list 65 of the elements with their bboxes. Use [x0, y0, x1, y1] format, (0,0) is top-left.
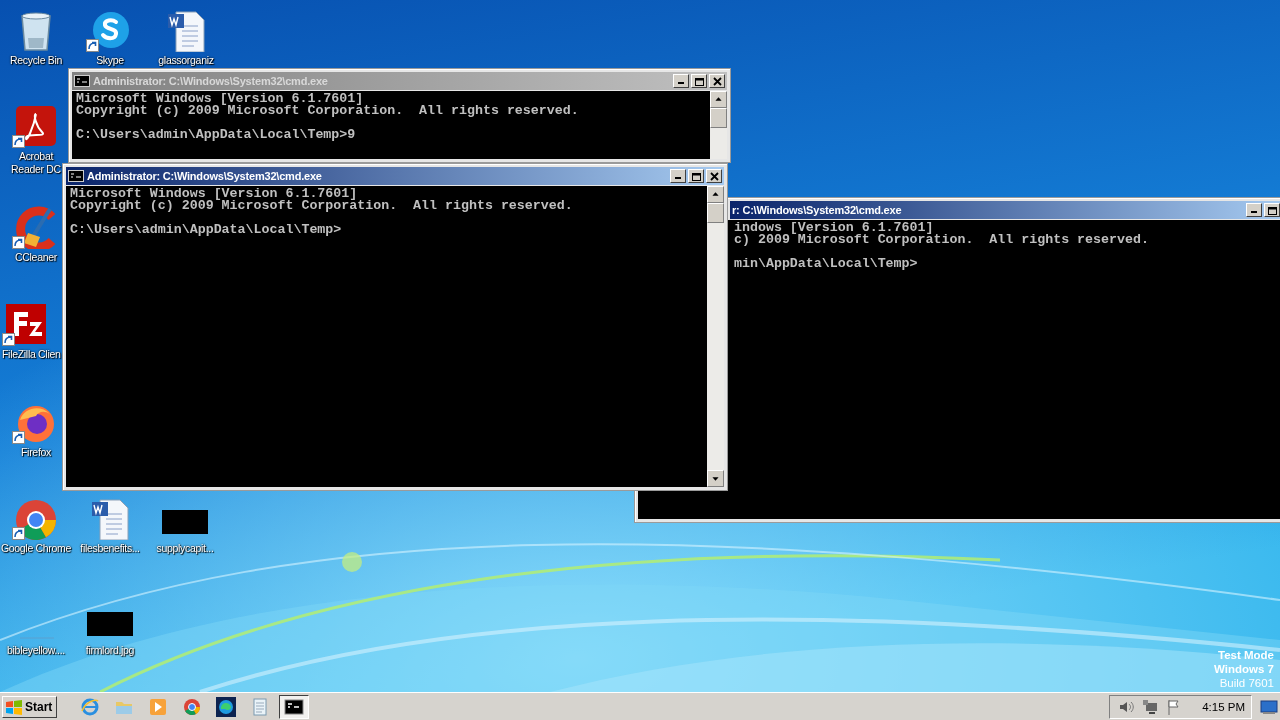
console-text: c) 2009 Microsoft Corporation. All rights reserved.: [734, 234, 1150, 246]
start-button[interactable]: Start: [2, 695, 58, 718]
mode-notice: Windows 7: [1214, 662, 1274, 676]
close-button[interactable]: [706, 169, 722, 183]
console-text: Microsoft Windows [Version 6.1.7601]: [70, 188, 358, 200]
console-text: Copyright (c) 2009 Microsoft Corporation. All rights reserved.: [76, 105, 580, 117]
scroll-up-icon[interactable]: [707, 186, 724, 203]
icon-label: Firefox: [21, 446, 51, 459]
mode-notice: Build 7601: [1219, 676, 1274, 690]
window-title: r: C:\Windows\System32\cmd.exe: [732, 204, 903, 216]
mode-notice: Test Mode: [1218, 648, 1274, 662]
scroll-thumb[interactable]: [707, 203, 724, 223]
taskbar-app[interactable]: [279, 694, 310, 719]
console-icon: [74, 75, 90, 87]
scroll-thumb[interactable]: [710, 108, 727, 128]
clock[interactable]: 4:15 PM: [1202, 700, 1245, 713]
console-icon: [284, 696, 305, 717]
console-text: C:\Users\admin\AppData\Local\Temp>: [70, 224, 343, 236]
close-button[interactable]: [709, 74, 725, 88]
console-text: C:\Users\admin\AppData\Local\Temp>9: [76, 129, 357, 141]
scroll-up-icon[interactable]: [710, 91, 727, 108]
console-icon: [68, 170, 84, 182]
icon-label: Recycle Bin: [9, 54, 63, 67]
minimize-icon: [1251, 211, 1257, 213]
icon-label: glassorganiz: [158, 54, 214, 67]
icon-label: CCleaner: [15, 251, 57, 264]
edge-icon: [216, 696, 237, 717]
maximize-button[interactable]: [691, 74, 707, 88]
scroll-down-icon[interactable]: [707, 470, 724, 487]
console-text: indows [Version 6.1.7601]: [734, 222, 934, 234]
minimize-icon: [678, 82, 684, 84]
maximize-icon: [690, 170, 702, 182]
title-bar[interactable]: Administrator: C:\Windows\System32\cmd.exe: [66, 167, 724, 185]
window-title: Administrator: C:\Windows\System32\cmd.exe: [93, 75, 329, 87]
icon-label: Skype: [96, 54, 124, 67]
maximize-icon: [693, 75, 705, 87]
minimize-button[interactable]: [670, 169, 686, 183]
show-desktop-icon[interactable]: [1260, 698, 1278, 715]
minimize-icon: [675, 177, 681, 179]
icon-label: Google Chrome: [0, 542, 72, 555]
close-icon: [708, 170, 720, 182]
media-player-icon: [148, 696, 169, 717]
flag-logo-icon: [5, 698, 23, 715]
internet-explorer-icon: [80, 696, 101, 717]
maximize-button[interactable]: [1264, 203, 1280, 217]
network-icon[interactable]: [1142, 698, 1159, 715]
close-icon: [711, 75, 723, 87]
minimize-button[interactable]: [673, 74, 689, 88]
icon-label: filesbenefits...: [79, 542, 141, 555]
scrollbar[interactable]: [710, 91, 727, 159]
minimize-button[interactable]: [1246, 203, 1262, 217]
scrollbar[interactable]: [707, 186, 724, 487]
icon-label: Acrobat Reader DC: [10, 150, 62, 176]
console-text: Microsoft Windows [Version 6.1.7601]: [76, 93, 364, 105]
icon-label: firmlord.jpg: [85, 644, 135, 657]
icon-label: FileZilla Clien: [2, 348, 61, 361]
maximize-button[interactable]: [688, 169, 704, 183]
console-text: min\AppData\Local\Temp>: [734, 258, 919, 270]
icon-label: bibleyellow....: [7, 644, 65, 657]
icon-label: supplycapit...: [156, 542, 214, 555]
chrome-icon: [182, 696, 203, 717]
console-text: Copyright (c) 2009 Microsoft Corporation. All rights reserved.: [70, 200, 574, 212]
window-title: Administrator: C:\Windows\System32\cmd.exe: [87, 170, 323, 182]
maximize-icon: [1266, 204, 1278, 216]
title-bar[interactable]: r: C:\Windows\System32\cmd.exe: [730, 201, 1280, 219]
